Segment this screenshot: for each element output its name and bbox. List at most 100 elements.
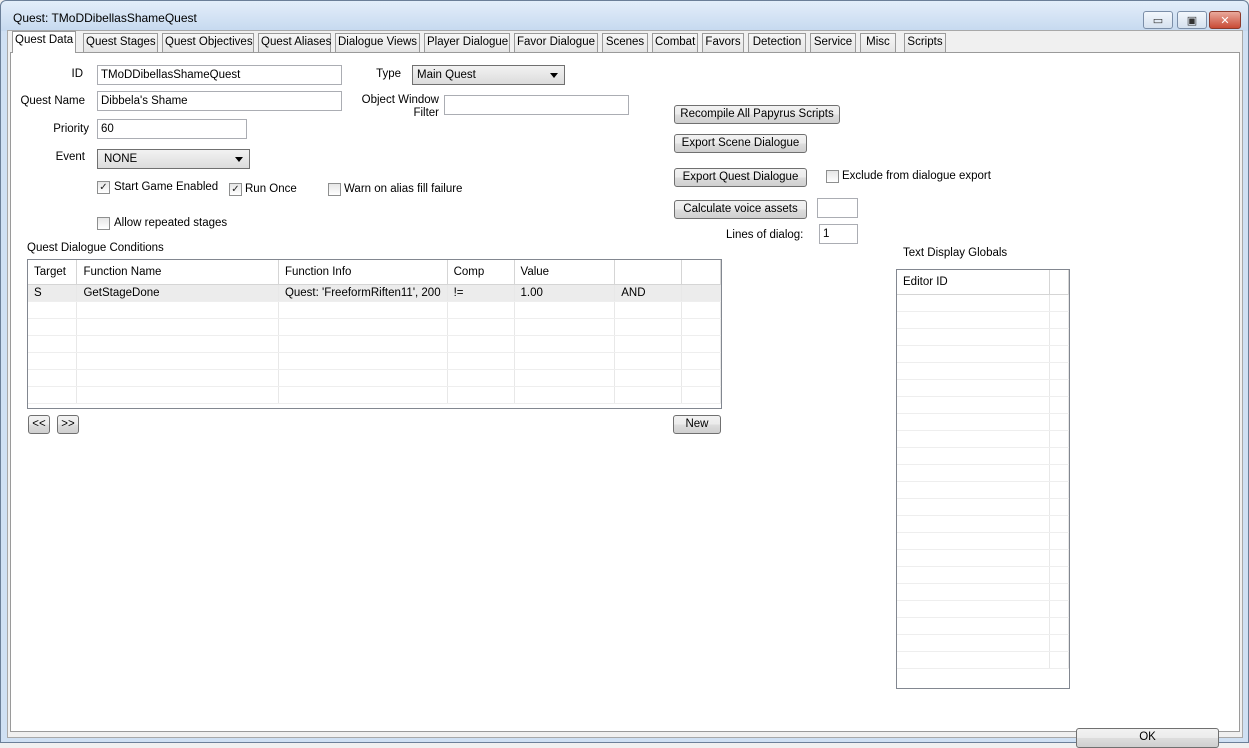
empty-row <box>897 464 1069 482</box>
tab-combat[interactable]: Combat <box>652 33 698 52</box>
cell-filler <box>681 284 721 302</box>
empty-row <box>897 566 1069 584</box>
column-header-editor-id[interactable]: Editor ID <box>897 270 1051 295</box>
tab-detection[interactable]: Detection <box>748 33 806 52</box>
empty-row <box>897 498 1069 516</box>
tab-quest-aliases[interactable]: Quest Aliases <box>258 33 331 52</box>
empty-row <box>28 318 721 336</box>
empty-row <box>897 447 1069 465</box>
cell-comp: != <box>447 284 515 302</box>
exclude-dialogue-export-checkbox[interactable] <box>826 170 839 183</box>
empty-row <box>897 311 1069 329</box>
empty-row <box>28 352 721 370</box>
type-selected: Main Quest <box>417 69 476 81</box>
allow-repeated-stages-checkbox[interactable] <box>97 217 110 230</box>
tab-favors[interactable]: Favors <box>702 33 744 52</box>
column-header-value[interactable]: Value <box>514 260 616 285</box>
recompile-scripts-button[interactable]: Recompile All Papyrus Scripts <box>674 105 840 124</box>
tab-favor-dialogue[interactable]: Favor Dialogue <box>514 33 598 52</box>
cell-function-info: Quest: 'FreeformRiften11', 200 <box>278 284 448 302</box>
column-header-comp[interactable]: Comp <box>447 260 515 285</box>
lines-of-dialog-label: Lines of dialog: <box>726 229 804 241</box>
close-button[interactable]: ✕ <box>1209 11 1241 29</box>
tab-quest-objectives[interactable]: Quest Objectives <box>162 33 254 52</box>
start-game-enabled-label: Start Game Enabled <box>114 181 219 193</box>
window-title: Quest: TMoDDibellasShameQuest <box>13 11 197 25</box>
new-condition-button[interactable]: New <box>673 415 721 434</box>
id-field[interactable]: TMoDDibellasShameQuest <box>97 65 342 85</box>
column-header-filler <box>681 260 721 285</box>
conditions-grid[interactable]: Target Function Name Function Info Comp … <box>27 259 722 409</box>
column-header-function-info[interactable]: Function Info <box>278 260 448 285</box>
tab-player-dialogue[interactable]: Player Dialogue <box>424 33 510 52</box>
warn-alias-fill-checkbox[interactable] <box>328 183 341 196</box>
close-icon: ✕ <box>1220 14 1230 27</box>
minimize-button[interactable]: ▭ <box>1143 11 1173 29</box>
tab-dialogue-views[interactable]: Dialogue Views <box>335 33 420 52</box>
empty-row <box>897 430 1069 448</box>
quest-data-page: ID TMoDDibellasShameQuest Quest Name Dib… <box>10 52 1240 748</box>
type-dropdown[interactable]: Main Quest <box>412 65 565 85</box>
voice-assets-field[interactable] <box>817 198 858 218</box>
text-display-globals-title: Text Display Globals <box>903 247 1008 259</box>
column-header-target[interactable]: Target <box>28 260 78 285</box>
event-dropdown[interactable]: NONE <box>97 149 250 169</box>
previous-condition-button[interactable]: << <box>28 415 50 434</box>
type-label: Type <box>376 68 401 80</box>
empty-row <box>897 600 1069 618</box>
globals-header-row: Editor ID <box>897 270 1069 295</box>
start-game-enabled-checkbox[interactable]: ✓ <box>97 181 110 194</box>
title-bar[interactable]: Quest: TMoDDibellasShameQuest ▭ ▣ ✕ <box>1 1 1248 31</box>
priority-label: Priority <box>53 123 89 135</box>
tab-scenes[interactable]: Scenes <box>602 33 648 52</box>
chevron-down-icon <box>550 73 558 78</box>
empty-row <box>897 634 1069 652</box>
text-display-globals-list[interactable]: Editor ID <box>896 269 1070 689</box>
empty-row <box>897 328 1069 346</box>
tab-scripts[interactable]: Scripts <box>904 33 946 52</box>
empty-row <box>897 413 1069 431</box>
object-window-filter-field[interactable] <box>444 95 629 115</box>
tab-quest-data[interactable]: Quest Data <box>12 31 76 53</box>
quest-name-label: Quest Name <box>20 95 85 107</box>
warn-alias-fill-label: Warn on alias fill failure <box>344 183 463 195</box>
empty-row <box>897 362 1069 380</box>
id-label: ID <box>71 68 84 80</box>
table-row[interactable]: S GetStageDone Quest: 'FreeformRiften11'… <box>28 284 721 302</box>
conditions-header-row: Target Function Name Function Info Comp … <box>28 260 721 285</box>
tab-service[interactable]: Service <box>810 33 856 52</box>
empty-row <box>897 549 1069 567</box>
cell-function-name: GetStageDone <box>76 284 279 302</box>
maximize-button[interactable]: ▣ <box>1177 11 1207 29</box>
ok-button[interactable]: OK <box>1076 728 1219 748</box>
minimize-icon: ▭ <box>1152 14 1164 27</box>
object-window-filter-label-2: Filter <box>413 107 439 119</box>
column-header-or[interactable] <box>614 260 683 285</box>
empty-row <box>897 532 1069 550</box>
empty-row <box>897 515 1069 533</box>
empty-row <box>897 583 1069 601</box>
export-quest-dialogue-button[interactable]: Export Quest Dialogue <box>674 168 807 187</box>
exclude-dialogue-export-label: Exclude from dialogue export <box>842 170 991 182</box>
tab-quest-stages[interactable]: Quest Stages <box>83 33 158 52</box>
next-condition-button[interactable]: >> <box>57 415 79 434</box>
run-once-checkbox[interactable]: ✓ <box>229 183 242 196</box>
empty-row <box>28 369 721 387</box>
calculate-voice-assets-button[interactable]: Calculate voice assets <box>674 200 807 219</box>
column-header-filler <box>1049 270 1069 295</box>
maximize-icon: ▣ <box>1186 14 1198 27</box>
tab-misc[interactable]: Misc <box>860 33 896 52</box>
run-once-label: Run Once <box>245 183 297 195</box>
quest-name-field[interactable]: Dibbela's Shame <box>97 91 342 111</box>
empty-row <box>897 294 1069 312</box>
lines-of-dialog-field[interactable]: 1 <box>819 224 858 244</box>
empty-row <box>897 617 1069 635</box>
priority-field[interactable]: 60 <box>97 119 247 139</box>
event-selected: NONE <box>104 153 138 165</box>
event-label: Event <box>55 151 85 163</box>
column-header-function-name[interactable]: Function Name <box>76 260 279 285</box>
export-scene-dialogue-button[interactable]: Export Scene Dialogue <box>674 134 807 153</box>
empty-row <box>897 345 1069 363</box>
empty-row <box>28 335 721 353</box>
allow-repeated-stages-label: Allow repeated stages <box>114 217 228 229</box>
